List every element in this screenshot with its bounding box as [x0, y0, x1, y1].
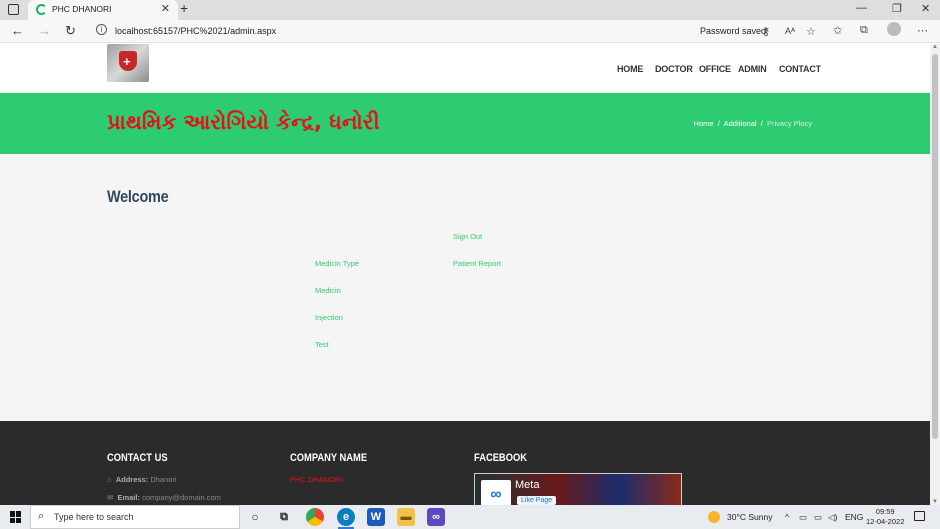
- clock-date: 12-04-2022: [866, 517, 905, 526]
- refresh-icon[interactable]: ↻: [65, 23, 76, 39]
- medical-cross-icon: +: [123, 54, 131, 69]
- contact-heading: CONTACT US: [107, 452, 168, 464]
- page-banner: પ્રાથમિક આરોગિયો કેન્દ્ર, ધનોરી Home / A…: [0, 93, 930, 154]
- email-value[interactable]: company@domain.com: [142, 493, 221, 502]
- page-title: પ્રાથમિક આરોગિયો કેન્દ્ર, ધનોરી: [107, 110, 380, 134]
- taskbar-search[interactable]: ⌕ Type here to search: [30, 505, 240, 529]
- volume-icon[interactable]: ◁): [828, 512, 837, 523]
- nav-office[interactable]: OFFICE: [699, 64, 731, 74]
- word-icon[interactable]: W: [367, 508, 385, 526]
- envelope-icon: ✉: [107, 493, 114, 502]
- cortana-icon[interactable]: ○: [246, 508, 264, 526]
- address-line: ⌂ Address: Dhanori: [107, 475, 177, 484]
- system-clock[interactable]: 09:59 12-04-2022: [866, 507, 904, 527]
- nav-home[interactable]: HOME: [617, 64, 643, 74]
- address-bar[interactable]: i localhost:65157/PHC%2021/admin.aspx Pa…: [90, 21, 816, 41]
- browser-tab[interactable]: PHC DHANORI ✕: [28, 0, 178, 20]
- password-saved-text[interactable]: Password saved: [700, 26, 766, 36]
- loading-icon: [36, 4, 47, 15]
- email-label: Email:: [117, 493, 140, 502]
- profile-avatar[interactable]: [887, 22, 901, 36]
- restore-icon[interactable]: ❐: [892, 2, 902, 15]
- window-close-icon[interactable]: ✕: [921, 2, 930, 15]
- windows-start-icon[interactable]: [10, 511, 22, 523]
- weather-icon[interactable]: [708, 511, 720, 523]
- fb-like-button[interactable]: Like Page: [517, 496, 557, 505]
- breadcrumb-current: Privacy Plocy: [766, 119, 812, 128]
- network-icon[interactable]: ▭: [799, 512, 807, 523]
- add-favorite-icon[interactable]: ☆: [806, 25, 816, 38]
- medicin-link[interactable]: Medicin: [315, 286, 341, 295]
- battery-icon[interactable]: ▭: [814, 512, 822, 523]
- injection-link[interactable]: Injection: [315, 313, 343, 322]
- scroll-up-icon[interactable]: ▲: [932, 44, 938, 50]
- windows-taskbar: ⌕ Type here to search ○ ⧉ e W ▬ ∞ 30°C S…: [0, 505, 940, 529]
- search-icon: ⌕: [38, 510, 45, 522]
- favorites-icon[interactable]: ✩: [833, 24, 842, 37]
- visual-studio-icon[interactable]: ∞: [427, 508, 445, 526]
- key-icon[interactable]: ⚷: [762, 25, 770, 38]
- read-aloud-icon[interactable]: Aᴬ: [785, 26, 795, 36]
- tab-actions-icon[interactable]: [8, 4, 19, 15]
- site-footer: CONTACT US ⌂ Address: Dhanori ✉ Email: c…: [0, 421, 930, 505]
- site-logo[interactable]: +: [107, 44, 149, 82]
- breadcrumb-home[interactable]: Home: [694, 119, 714, 128]
- breadcrumb-additional[interactable]: Additional: [724, 119, 757, 128]
- collections-icon[interactable]: ⧉: [860, 24, 868, 37]
- breadcrumb-separator: /: [717, 119, 720, 128]
- facebook-heading: FACEBOOK: [474, 452, 527, 464]
- patient-report-link[interactable]: Patient Report: [453, 259, 501, 268]
- forward-icon[interactable]: →: [38, 23, 51, 38]
- task-view-icon[interactable]: ⧉: [275, 508, 293, 526]
- address-label: Address:: [115, 475, 149, 484]
- facebook-page-widget[interactable]: ∞ Meta Like Page: [474, 473, 682, 505]
- company-name-value: PHC DHANORI: [290, 475, 343, 484]
- address-value: Dhanori: [150, 475, 177, 484]
- page-scrollbar[interactable]: ▲ ▼: [930, 44, 940, 505]
- more-menu-icon[interactable]: ⋯: [917, 24, 928, 37]
- address-bar-row: ← → ↻ i localhost:65157/PHC%2021/admin.a…: [0, 20, 940, 43]
- nav-admin[interactable]: ADMIN: [738, 64, 767, 74]
- welcome-heading: Welcome: [107, 187, 169, 206]
- language-indicator[interactable]: ENG: [845, 512, 863, 522]
- fb-page-name[interactable]: Meta: [515, 479, 539, 491]
- breadcrumb: Home / Additional / Privacy Plocy: [694, 119, 812, 128]
- clock-time: 09:59: [875, 507, 895, 516]
- sign-out-link[interactable]: Sign Out: [453, 232, 482, 241]
- notifications-icon[interactable]: [914, 511, 925, 521]
- email-line: ✉ Email: company@domain.com: [107, 493, 221, 502]
- meta-logo-icon: ∞: [481, 480, 511, 505]
- site-header: + HOME DOCTOR OFFICE ADMIN CONTACT: [0, 44, 930, 92]
- new-tab-icon[interactable]: +: [180, 0, 188, 16]
- file-explorer-icon[interactable]: ▬: [397, 508, 415, 526]
- edge-icon[interactable]: e: [337, 508, 355, 526]
- search-placeholder[interactable]: Type here to search: [54, 512, 134, 522]
- page-viewport: + HOME DOCTOR OFFICE ADMIN CONTACT પ્રાથ…: [0, 44, 930, 505]
- weather-text[interactable]: 30°C Sunny: [727, 512, 772, 522]
- show-hidden-icons[interactable]: ^: [785, 512, 789, 522]
- minimize-icon[interactable]: —: [856, 2, 867, 14]
- url-text[interactable]: localhost:65157/PHC%2021/admin.aspx: [115, 26, 276, 36]
- nav-contact[interactable]: CONTACT: [779, 64, 821, 74]
- scrollbar-thumb[interactable]: [932, 54, 938, 439]
- home-icon: ⌂: [107, 475, 112, 484]
- breadcrumb-separator: /: [760, 119, 763, 128]
- close-tab-icon[interactable]: ✕: [161, 2, 170, 15]
- nav-doctor[interactable]: DOCTOR: [655, 64, 693, 74]
- medicin-type-link[interactable]: Medicin Type: [315, 259, 359, 268]
- company-heading: COMPANY NAME: [290, 452, 368, 464]
- browser-tab-bar: PHC DHANORI ✕ + — ❐ ✕: [0, 0, 940, 20]
- chrome-icon[interactable]: [306, 508, 324, 526]
- back-icon[interactable]: ←: [11, 23, 24, 38]
- site-info-icon[interactable]: i: [96, 24, 107, 35]
- tab-title: PHC DHANORI: [52, 4, 112, 14]
- test-link[interactable]: Test: [315, 340, 329, 349]
